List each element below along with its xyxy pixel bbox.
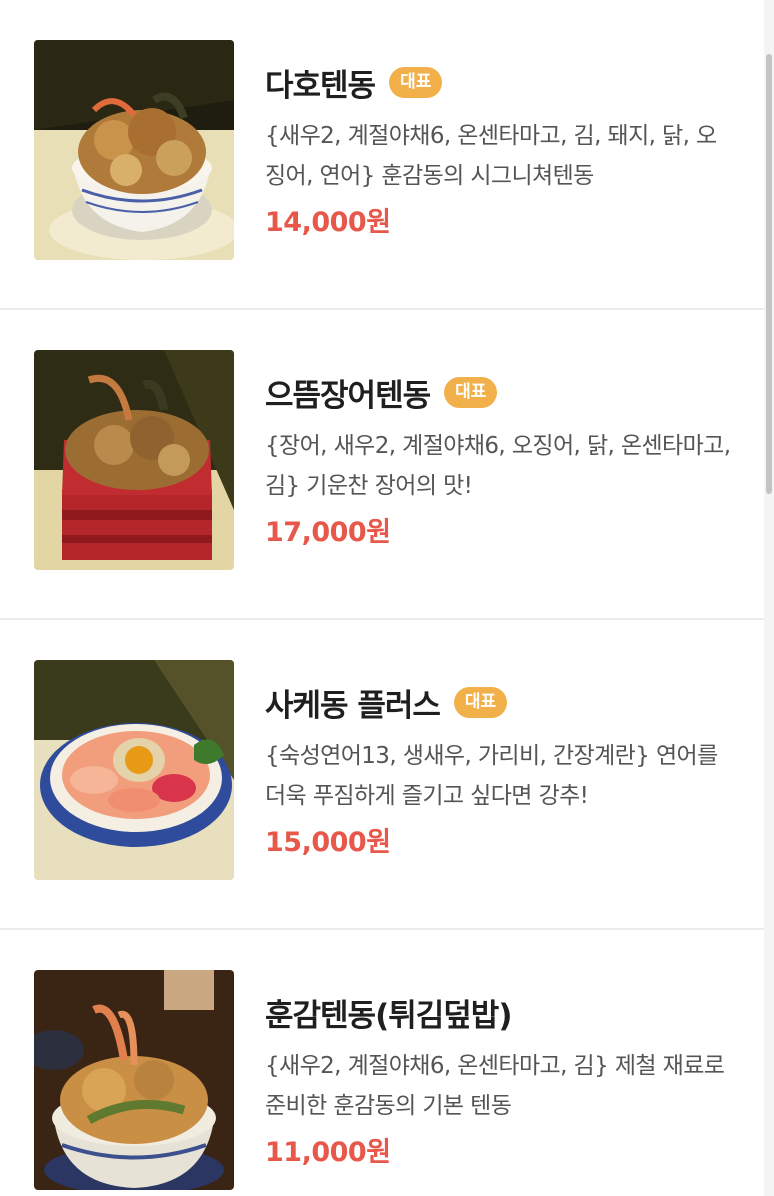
menu-item-price: 15,000원 <box>265 827 391 858</box>
scrollbar-thumb[interactable] <box>766 54 772 494</box>
menu-item-price: 14,000원 <box>265 207 391 238</box>
menu-item-price: 11,000원 <box>265 1137 391 1168</box>
eel-tempura-box-photo <box>34 350 234 570</box>
menu-item-name: 사케동 플러스 <box>265 687 441 724</box>
signature-badge: 대표 <box>444 376 498 408</box>
menu-item-description: {장어, 새우2, 계절야채6, 오징어, 닭, 온센타마고, 김} 기운찬 장… <box>265 433 731 499</box>
menu-item-sakedong-plus[interactable]: 사케동 플러스 대표 {숙성연어13, 생새우, 가리비, 간장계란} 연어를 … <box>0 620 764 930</box>
menu-page: 다호텐동 대표 {새우2, 계절야채6, 온센타마고, 김, 돼지, 닭, 오징… <box>0 0 774 1196</box>
title-row: 훈감텐동(튀김덮밥) <box>265 992 735 1034</box>
vertical-scrollbar[interactable] <box>764 0 774 1196</box>
menu-item-name: 으뜸장어텐동 <box>265 377 431 414</box>
salmon-bowl-photo <box>34 660 234 880</box>
menu-item-eumtteum-jangeo-tendong[interactable]: 으뜸장어텐동 대표 {장어, 새우2, 계절야채6, 오징어, 닭, 온센타마고… <box>0 310 764 620</box>
menu-item-info: 으뜸장어텐동 대표 {장어, 새우2, 계절야채6, 오징어, 닭, 온센타마고… <box>265 372 735 549</box>
menu-item-name: 다호텐동 <box>265 67 376 104</box>
signature-badge: 대표 <box>453 686 508 718</box>
title-row: 사케동 플러스 대표 <box>265 682 735 724</box>
menu-item-info: 다호텐동 대표 {새우2, 계절야채6, 온센타마고, 김, 돼지, 닭, 오징… <box>265 62 735 239</box>
menu-item-info: 훈감텐동(튀김덮밥) {새우2, 계절야채6, 온센타마고, 김} 제철 재료로… <box>265 992 735 1169</box>
menu-item-image[interactable] <box>34 970 234 1190</box>
title-row: 다호텐동 대표 <box>265 62 735 104</box>
title-row: 으뜸장어텐동 대표 <box>265 372 735 414</box>
menu-item-description: {새우2, 계절야채6, 온센타마고, 김} 제철 재료로 준비한 훈감동의 기… <box>265 1053 725 1119</box>
menu-item-description: {새우2, 계절야채6, 온센타마고, 김, 돼지, 닭, 오징어, 연어} 훈… <box>265 123 717 189</box>
tempura-bowl-photo <box>34 40 234 260</box>
menu-item-image[interactable] <box>34 40 234 260</box>
menu-item-hungam-tendong[interactable]: 훈감텐동(튀김덮밥) {새우2, 계절야채6, 온센타마고, 김} 제철 재료로… <box>0 930 764 1196</box>
menu-item-price: 17,000원 <box>265 517 391 548</box>
basic-tempura-bowl-photo <box>34 970 234 1190</box>
menu-item-description: {숙성연어13, 생새우, 가리비, 간장계란} 연어를 더욱 푸짐하게 즐기고… <box>265 743 718 809</box>
menu-item-dahotendong[interactable]: 다호텐동 대표 {새우2, 계절야채6, 온센타마고, 김, 돼지, 닭, 오징… <box>0 0 764 310</box>
menu-item-image[interactable] <box>34 660 234 880</box>
menu-item-name: 훈감텐동(튀김덮밥) <box>265 997 512 1034</box>
menu-item-image[interactable] <box>34 350 234 570</box>
menu-item-info: 사케동 플러스 대표 {숙성연어13, 생새우, 가리비, 간장계란} 연어를 … <box>265 682 735 859</box>
menu-list: 다호텐동 대표 {새우2, 계절야채6, 온센타마고, 김, 돼지, 닭, 오징… <box>0 0 764 1196</box>
signature-badge: 대표 <box>389 66 443 98</box>
